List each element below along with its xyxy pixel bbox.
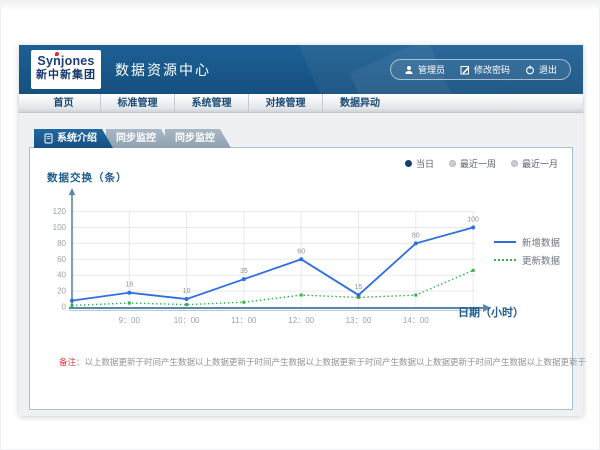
svg-text:13：00: 13：00 — [346, 316, 372, 325]
change-password-label: 修改密码 — [474, 63, 510, 76]
admin-user-label: 管理员 — [418, 63, 445, 76]
svg-text:80: 80 — [57, 239, 66, 248]
app-header: Synjones 新中新集团 数据资源中心 管理员 修改密码 — [19, 45, 583, 94]
logout-button[interactable]: 退出 — [525, 63, 557, 76]
edit-icon — [460, 65, 470, 75]
svg-text:100: 100 — [53, 223, 67, 232]
logo-text-cn: 新中新集团 — [31, 68, 101, 82]
svg-text:0: 0 — [62, 303, 67, 312]
tab-label: 系统介绍 — [57, 129, 97, 148]
svg-text:10: 10 — [183, 288, 191, 295]
screen: Synjones 新中新集团 数据资源中心 管理员 修改密码 — [0, 0, 600, 450]
tab-label: 同步监控 — [116, 129, 156, 148]
nav-item-standard-mgmt[interactable]: 标准管理 — [101, 94, 175, 112]
footnote: 备注：以上数据更新于时间产生数据以上数据更新于时间产生数据以上数据更新于时间产生… — [59, 356, 586, 368]
tab-sync-monitor-2[interactable]: 同步监控 — [165, 129, 231, 148]
svg-text:14：00: 14：00 — [403, 316, 429, 325]
user-toolbar: 管理员 修改密码 退出 — [390, 59, 571, 80]
logo-en-label: Synjones — [37, 54, 94, 68]
svg-text:10：00: 10：00 — [174, 316, 200, 325]
tab-system-intro[interactable]: 系统介绍 — [34, 129, 113, 148]
svg-text:100: 100 — [467, 217, 479, 224]
svg-text:11：00: 11：00 — [231, 316, 257, 325]
svg-text:15: 15 — [355, 284, 363, 291]
nav-item-home[interactable]: 首页 — [27, 94, 101, 112]
svg-text:18: 18 — [125, 282, 133, 289]
nav-item-system-mgmt[interactable]: 系统管理 — [175, 94, 249, 112]
tab-bar: 系统介绍 同步监控 同步监控 — [34, 129, 224, 148]
tab-label: 同步监控 — [175, 129, 215, 148]
logo-text-en: Synjones — [31, 54, 101, 68]
logout-label: 退出 — [539, 63, 557, 76]
svg-text:40: 40 — [57, 271, 66, 280]
svg-text:120: 120 — [53, 207, 67, 216]
legend-label: 新增数据 — [522, 235, 560, 249]
svg-text:9：00: 9：00 — [119, 316, 141, 325]
tab-sync-monitor-1[interactable]: 同步监控 — [106, 129, 172, 148]
portal-page: Synjones 新中新集团 数据资源中心 管理员 修改密码 — [19, 45, 583, 416]
change-password-button[interactable]: 修改密码 — [460, 63, 510, 76]
power-icon — [525, 65, 535, 75]
nav-item-interface-mgmt[interactable]: 对接管理 — [249, 94, 323, 112]
main-nav: 首页 标准管理 系统管理 对接管理 数据异动 — [19, 94, 583, 113]
svg-text:60: 60 — [57, 255, 66, 264]
user-icon — [404, 65, 414, 75]
logo-red-accent — [55, 52, 59, 56]
footnote-text: ：以上数据更新于时间产生数据以上数据更新于时间产生数据以上数据更新于时间产生数据… — [76, 357, 586, 367]
solid-line-icon — [494, 241, 516, 243]
svg-text:12：00: 12：00 — [288, 316, 314, 325]
chart-panel: 当日 最近一周 最近一月 数据交换（条） 0204060801001209：00… — [29, 147, 573, 410]
svg-text:60: 60 — [297, 248, 305, 255]
page-title: 数据资源中心 — [115, 45, 211, 94]
company-logo: Synjones 新中新集团 — [31, 50, 101, 89]
legend-updated-data: 更新数据 — [494, 251, 560, 269]
dotted-line-icon — [494, 259, 516, 261]
nav-item-data-change[interactable]: 数据异动 — [323, 94, 397, 112]
admin-user-button[interactable]: 管理员 — [404, 63, 445, 76]
content-area: 系统介绍 同步监控 同步监控 当日 最近一周 — [19, 113, 583, 416]
footnote-prefix: 备注 — [59, 357, 76, 367]
svg-text:80: 80 — [412, 232, 420, 239]
document-icon — [44, 133, 53, 144]
legend-new-data: 新增数据 — [494, 233, 560, 251]
svg-text:35: 35 — [240, 268, 248, 275]
chart-legend: 新增数据 更新数据 — [494, 233, 560, 269]
x-axis-title: 日期（小时） — [458, 304, 524, 320]
legend-label: 更新数据 — [522, 253, 560, 267]
svg-text:20: 20 — [57, 287, 66, 296]
